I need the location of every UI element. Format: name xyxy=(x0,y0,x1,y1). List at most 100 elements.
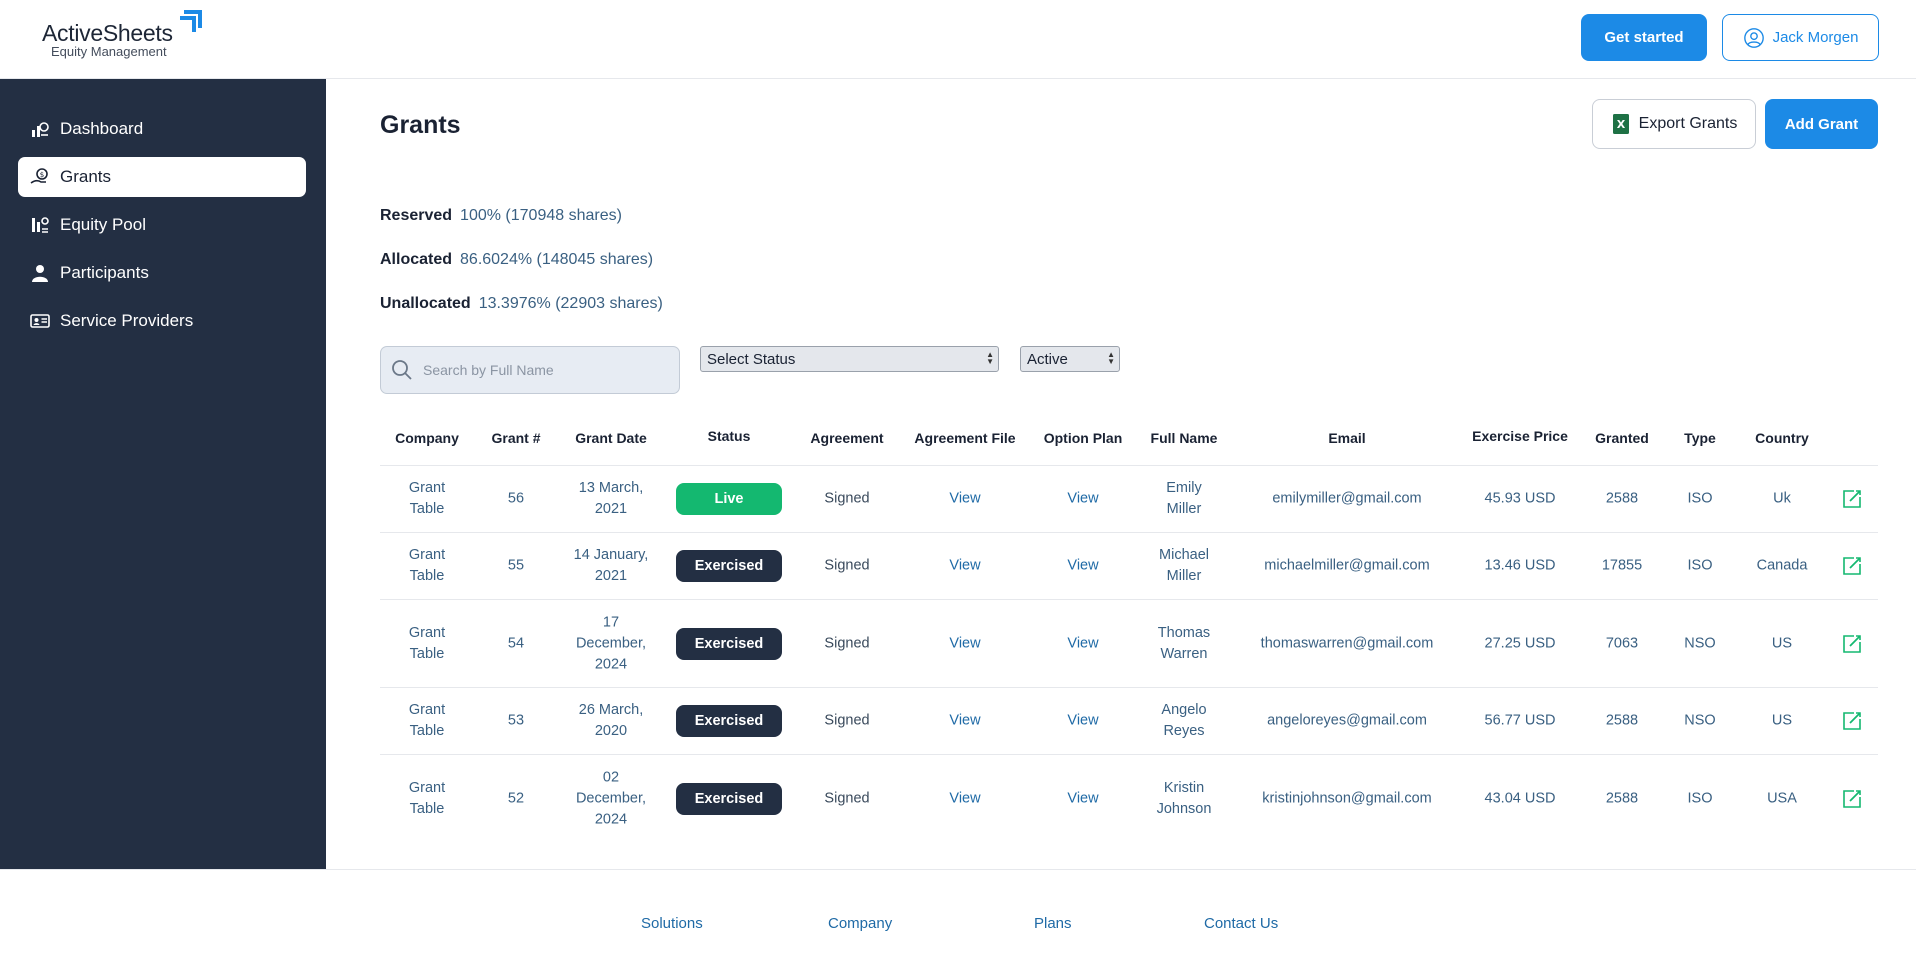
agreement-file-link[interactable]: View xyxy=(949,711,980,732)
sidebar-item-label: Dashboard xyxy=(60,119,144,138)
column-header: Option Plan xyxy=(1043,430,1123,446)
table-row[interactable]: Grant Table 55 14 January, 2021 Exercise… xyxy=(380,533,1878,600)
edit-icon[interactable] xyxy=(1842,711,1862,731)
agreement-cell: Signed xyxy=(824,635,870,651)
column-header: Email xyxy=(1328,430,1366,446)
table-row[interactable]: Grant Table 54 17 December, 2024 Exercis… xyxy=(380,600,1878,688)
option-plan-link[interactable]: View xyxy=(1067,711,1098,732)
select-arrows-icon: ▲ ▼ xyxy=(1107,350,1115,366)
company-cell: Grant Table xyxy=(408,624,446,662)
stat-label: Unallocated xyxy=(380,295,471,312)
column-header: Full Name xyxy=(1150,430,1218,446)
granted-cell: 2588 xyxy=(1605,490,1639,507)
agreement-cell: Signed xyxy=(824,490,870,507)
id-card-icon xyxy=(30,314,50,328)
country-cell: USA xyxy=(1767,790,1797,807)
add-grant-button[interactable]: Add Grant xyxy=(1765,99,1878,149)
agreement-cell: Signed xyxy=(824,712,870,729)
type-cell: NSO xyxy=(1684,712,1716,729)
edit-icon[interactable] xyxy=(1842,489,1862,509)
grants-icon: $ xyxy=(30,168,48,184)
status-badge: Exercised xyxy=(676,627,782,660)
main-content: Grants X Export Grants Add Grant Reserve… xyxy=(326,79,1916,869)
stat-label: Allocated xyxy=(380,251,453,268)
table-header: Company Grant # Grant Date Status Agreem… xyxy=(380,404,1878,466)
brand-logo[interactable]: ActiveSheets Equity Management xyxy=(42,10,212,62)
edit-icon[interactable] xyxy=(1842,634,1862,654)
table-row[interactable]: Grant Table 56 13 March, 2021 Live Signe… xyxy=(380,466,1878,533)
export-grants-label: Export Grants xyxy=(1638,115,1738,132)
email-cell: michaelmiller@gmail.com xyxy=(1264,557,1430,574)
option-plan-link[interactable]: View xyxy=(1067,556,1098,577)
email-cell: kristinjohnson@gmail.com xyxy=(1262,790,1432,807)
option-plan-link[interactable]: View xyxy=(1067,789,1098,810)
stat-unallocated: Unallocated 13.3976% (22903 shares) xyxy=(380,295,663,313)
column-header: Country xyxy=(1755,430,1809,446)
sidebar-item-equity-pool[interactable]: Equity Pool xyxy=(18,205,306,245)
email-cell: angeloreyes@gmail.com xyxy=(1267,712,1427,729)
exercise-price-cell: 27.25 USD xyxy=(1484,635,1556,651)
sidebar-item-label: Grants xyxy=(60,167,112,186)
active-select[interactable]: Active ▲ ▼ xyxy=(1020,346,1120,372)
full-name-cell: Kristin Johnson xyxy=(1156,780,1212,817)
granted-cell: 7063 xyxy=(1605,635,1639,651)
sidebar-item-participants[interactable]: Participants xyxy=(18,253,306,293)
select-arrows-icon: ▲ ▼ xyxy=(986,350,994,366)
sidebar-item-service-providers[interactable]: Service Providers xyxy=(18,301,306,341)
type-cell: ISO xyxy=(1687,490,1713,507)
status-badge: Live xyxy=(676,483,782,515)
sidebar-item-label: Service Providers xyxy=(60,311,194,330)
grant-date-cell: 14 January, 2021 xyxy=(573,547,649,584)
stat-reserved: Reserved 100% (170948 shares) xyxy=(380,207,622,225)
agreement-cell: Signed xyxy=(824,790,870,807)
get-started-button[interactable]: Get started xyxy=(1581,14,1707,61)
sidebar-item-dashboard[interactable]: Dashboard xyxy=(18,109,306,149)
agreement-file-link[interactable]: View xyxy=(949,489,980,510)
edit-icon[interactable] xyxy=(1842,556,1862,576)
grant-number-cell: 56 xyxy=(507,490,525,507)
full-name-cell: Michael Miller xyxy=(1159,547,1209,584)
option-plan-link[interactable]: View xyxy=(1067,633,1098,654)
agreement-file-link[interactable]: View xyxy=(949,789,980,810)
user-name: Jack Morgen xyxy=(1772,29,1859,46)
user-menu-button[interactable]: Jack Morgen xyxy=(1722,14,1879,61)
footer-link-plans[interactable]: Plans xyxy=(1034,915,1072,932)
sidebar-item-grants[interactable]: $ Grants xyxy=(18,157,306,197)
grant-date-cell: 17 December, 2024 xyxy=(575,614,647,672)
full-name-cell: Thomas Warren xyxy=(1157,624,1211,662)
column-header: Granted xyxy=(1595,430,1649,446)
company-cell: Grant Table xyxy=(408,780,446,817)
footer: Solutions Company Plans Contact Us xyxy=(0,869,1916,974)
granted-cell: 2588 xyxy=(1605,790,1639,807)
sidebar: Dashboard $ Grants Equity Pool Participa… xyxy=(0,79,326,869)
agreement-file-link[interactable]: View xyxy=(949,633,980,654)
svg-text:$: $ xyxy=(40,171,44,179)
option-plan-link[interactable]: View xyxy=(1067,489,1098,510)
agreement-cell: Signed xyxy=(824,557,870,574)
country-cell: Uk xyxy=(1773,490,1791,507)
export-grants-button[interactable]: X Export Grants xyxy=(1592,99,1756,149)
granted-cell: 17855 xyxy=(1601,557,1643,574)
exercise-price-cell: 13.46 USD xyxy=(1484,557,1556,574)
company-cell: Grant Table xyxy=(408,480,446,517)
user-icon xyxy=(32,265,48,282)
agreement-file-link[interactable]: View xyxy=(949,556,980,577)
footer-link-company[interactable]: Company xyxy=(828,915,892,932)
company-cell: Grant Table xyxy=(408,547,446,584)
footer-link-solutions[interactable]: Solutions xyxy=(641,915,703,932)
grant-date-cell: 02 December, 2024 xyxy=(575,769,647,828)
logo-arrow-icon xyxy=(180,10,202,32)
status-select[interactable]: Select Status ▲ ▼ xyxy=(700,346,999,372)
type-cell: ISO xyxy=(1687,790,1713,807)
email-cell: thomaswarren@gmail.com xyxy=(1260,635,1434,651)
search-input[interactable] xyxy=(423,362,653,378)
edit-icon[interactable] xyxy=(1842,789,1862,809)
footer-link-contact[interactable]: Contact Us xyxy=(1204,915,1278,932)
table-row[interactable]: Grant Table 53 26 March, 2020 Exercised … xyxy=(380,688,1878,755)
table-row[interactable]: Grant Table 52 02 December, 2024 Exercis… xyxy=(380,755,1878,843)
brand-subtitle: Equity Management xyxy=(51,44,167,59)
email-cell: emilymiller@gmail.com xyxy=(1272,490,1422,507)
equity-pool-icon xyxy=(32,217,49,233)
search-box[interactable] xyxy=(380,346,680,394)
column-header: Grant Date xyxy=(575,430,647,446)
